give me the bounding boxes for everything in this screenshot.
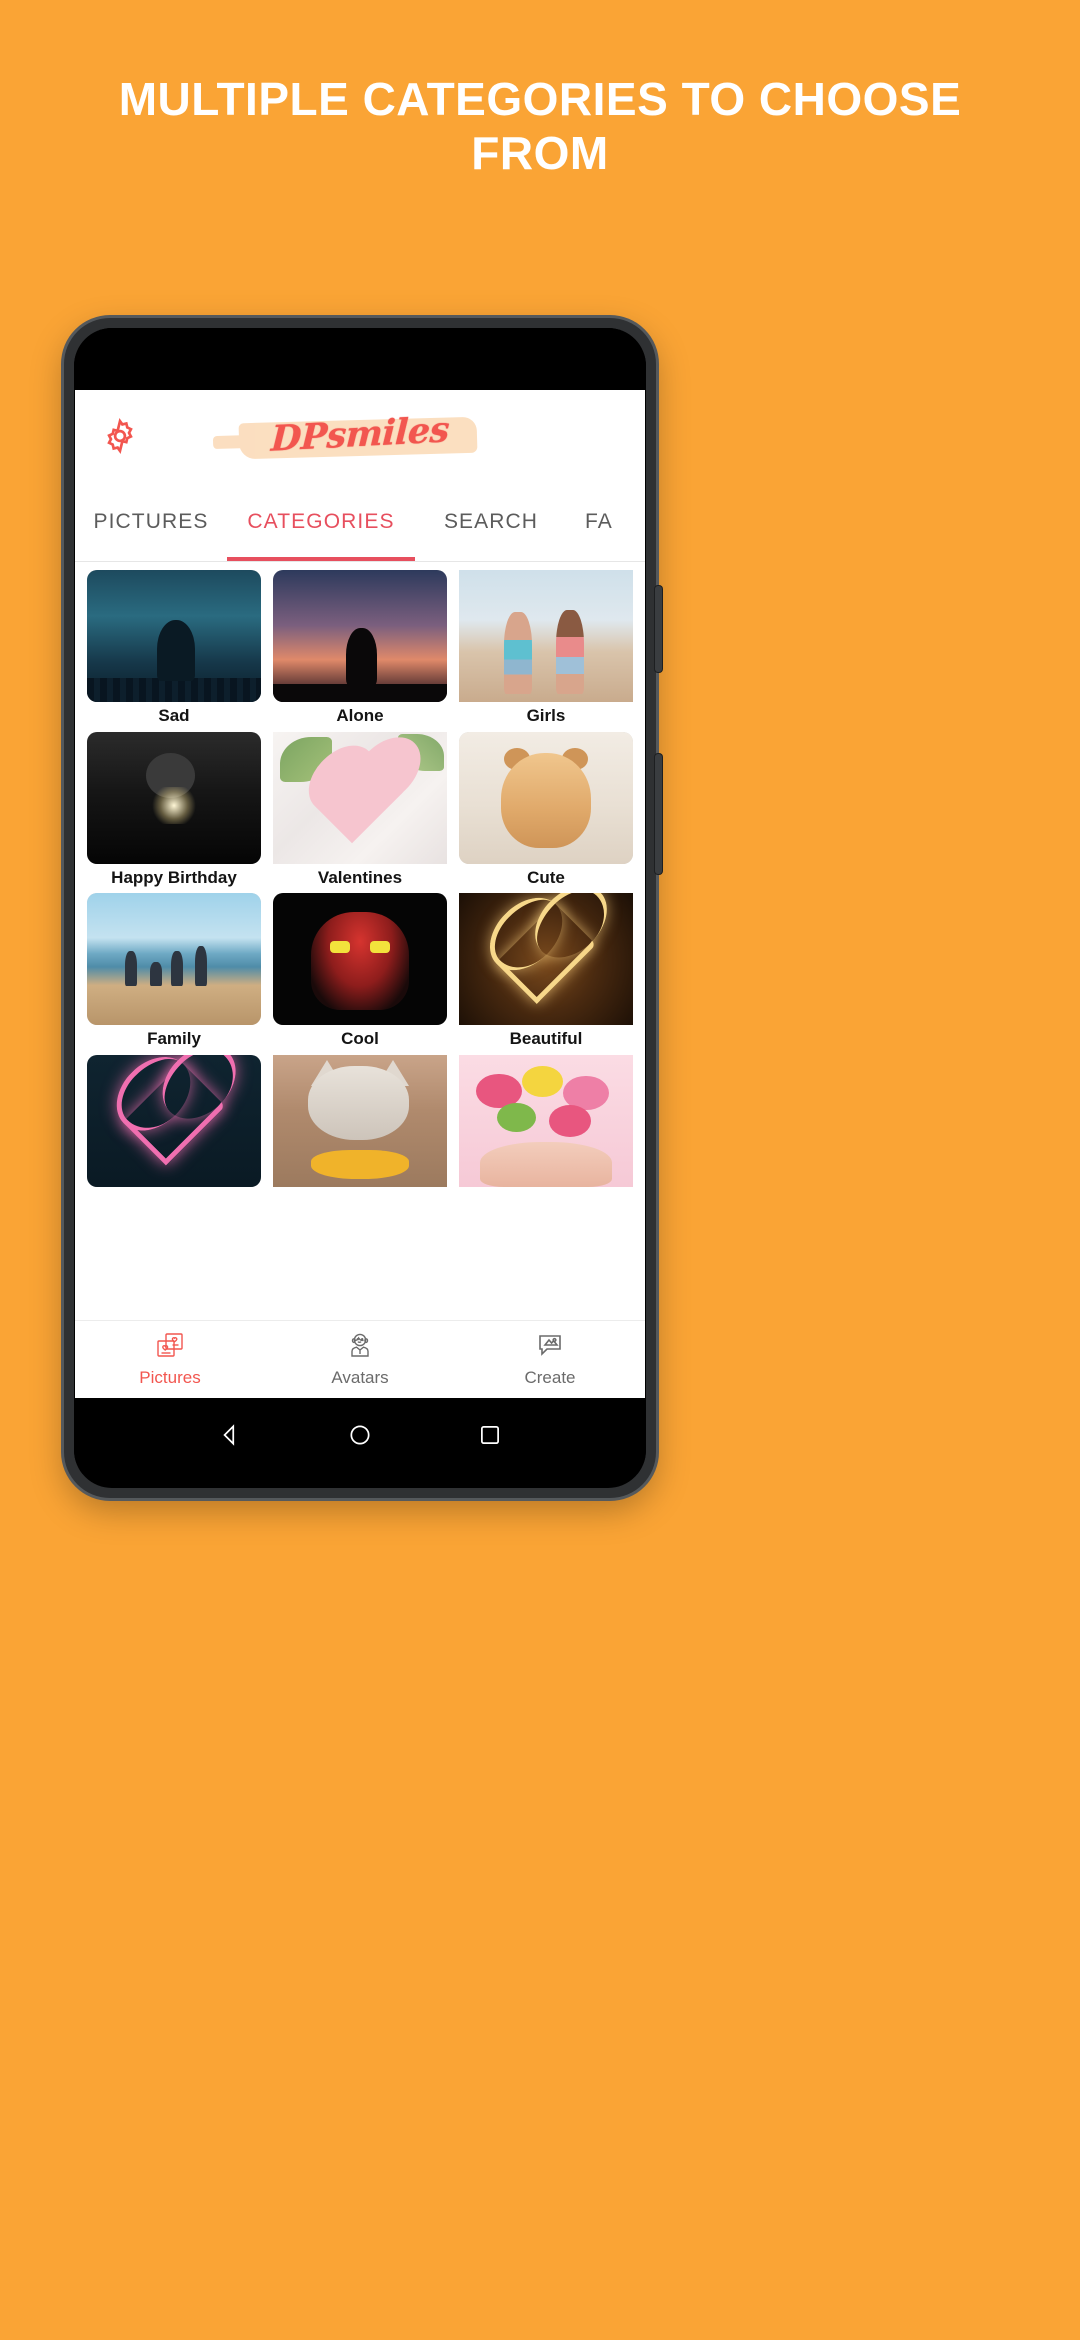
app-viewport: DPsmiles PICTURES CATEGORIES SEARCH FA S…: [75, 390, 645, 1398]
category-label: Sad: [158, 706, 190, 725]
back-triangle-icon[interactable]: [217, 1422, 243, 1448]
promo-headline: MULTIPLE CATEGORIES TO CHOOSE FROM: [118, 73, 962, 180]
category-label: Family: [147, 1029, 201, 1049]
category-cell[interactable]: [267, 1055, 453, 1198]
category-thumbnail-girls[interactable]: [458, 570, 633, 702]
category-thumbnail-family[interactable]: [87, 893, 261, 1026]
nav-item-create[interactable]: Create: [455, 1321, 645, 1398]
nav-label: Create: [524, 1367, 576, 1387]
category-thumbnail-happy-birthday[interactable]: [87, 731, 261, 864]
category-cell[interactable]: [453, 1055, 639, 1198]
nav-item-avatars[interactable]: Avatars: [265, 1321, 455, 1398]
category-cell[interactable]: Valentines: [267, 731, 453, 894]
category-cell[interactable]: Beautiful: [453, 893, 639, 1055]
status-bar-area: [74, 328, 646, 390]
nav-label: Pictures: [139, 1367, 201, 1387]
category-thumbnail-sad[interactable]: [87, 570, 261, 702]
home-circle-icon[interactable]: [347, 1422, 373, 1448]
category-cell[interactable]: Girls: [453, 570, 639, 732]
category-label: Girls: [526, 706, 566, 725]
category-label: Happy Birthday: [111, 867, 237, 887]
tab-pictures[interactable]: PICTURES: [75, 482, 227, 561]
brand-logo: DPsmiles: [75, 390, 645, 482]
pictures-icon: [155, 1332, 185, 1365]
category-label: Cute: [527, 867, 565, 887]
category-thumbnail-beautiful[interactable]: [458, 893, 633, 1026]
android-nav-bar: [74, 1398, 646, 1472]
brand-name: DPsmiles: [270, 408, 450, 460]
tab-bar[interactable]: PICTURES CATEGORIES SEARCH FA: [75, 482, 645, 562]
category-cell[interactable]: Family: [81, 893, 267, 1055]
recents-square-icon[interactable]: [477, 1422, 503, 1448]
phone-mockup: DPsmiles PICTURES CATEGORIES SEARCH FA S…: [64, 318, 662, 1498]
tab-categories[interactable]: CATEGORIES: [227, 482, 415, 561]
tab-favourites[interactable]: FA: [567, 482, 645, 561]
category-grid: Sad Alone Girls Happy Birthday Valentine…: [75, 562, 645, 1320]
category-thumbnail-cat[interactable]: [272, 1055, 447, 1188]
category-label: Beautiful: [509, 1029, 583, 1049]
phone-screen: DPsmiles PICTURES CATEGORIES SEARCH FA S…: [74, 328, 646, 1488]
category-cell[interactable]: Cute: [453, 731, 639, 894]
category-thumbnail-valentines[interactable]: [272, 731, 447, 864]
category-cell[interactable]: Happy Birthday: [81, 731, 267, 894]
category-cell[interactable]: Cool: [267, 893, 453, 1055]
category-label: Alone: [336, 706, 384, 725]
category-thumbnail-cute[interactable]: [458, 731, 633, 864]
create-icon: [535, 1332, 565, 1365]
category-cell[interactable]: Sad: [81, 570, 267, 732]
gear-icon[interactable]: [101, 417, 139, 455]
category-cell[interactable]: [81, 1055, 267, 1198]
tab-search[interactable]: SEARCH: [415, 482, 567, 561]
category-label: Valentines: [317, 867, 403, 887]
avatar-icon: [345, 1332, 375, 1365]
bottom-navigation: Pictures Avatars Create: [75, 1320, 645, 1398]
category-thumbnail-neon-heart[interactable]: [87, 1055, 261, 1188]
brand-brushstroke: [238, 416, 478, 459]
app-header: DPsmiles: [75, 390, 645, 482]
nav-label: Avatars: [331, 1367, 389, 1387]
volume-button: [655, 586, 662, 672]
nav-item-pictures[interactable]: Pictures: [75, 1321, 265, 1398]
screen-bottom-edge: [74, 1472, 646, 1474]
category-thumbnail-alone[interactable]: [272, 570, 447, 702]
category-cell[interactable]: Alone: [267, 570, 453, 732]
category-label: Cool: [341, 1029, 379, 1049]
power-button: [655, 754, 662, 874]
category-thumbnail-cool[interactable]: [272, 893, 447, 1026]
category-thumbnail-flowers[interactable]: [458, 1055, 633, 1188]
